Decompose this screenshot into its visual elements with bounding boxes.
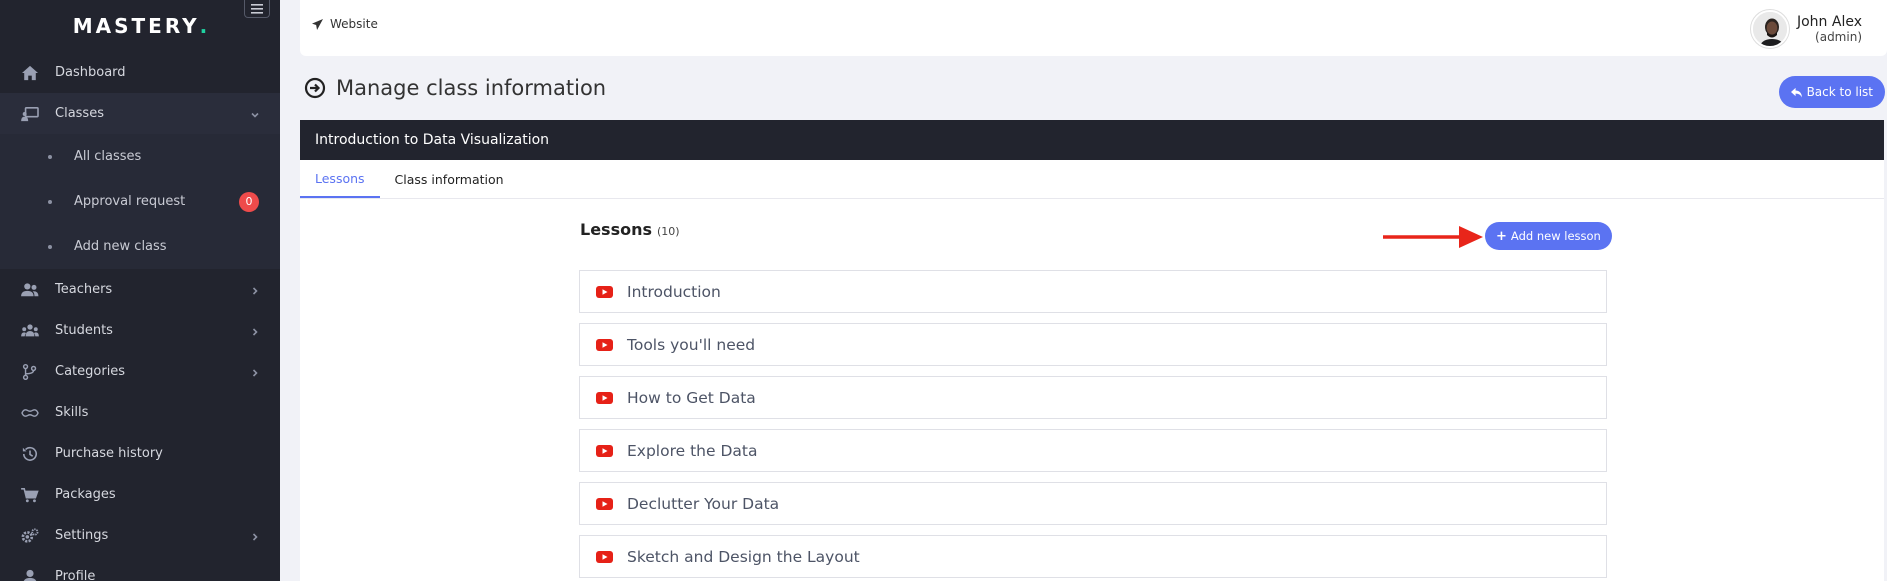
skills-icon [20, 404, 40, 422]
sidebar-toggle-button[interactable] [244, 0, 270, 18]
history-icon [20, 445, 40, 463]
students-icon [20, 322, 40, 340]
avatar [1750, 10, 1789, 48]
reply-icon [1790, 87, 1802, 98]
chevron-right-icon [250, 285, 260, 295]
sidebar-item-label: Skills [55, 405, 89, 420]
chevron-right-icon [250, 326, 260, 336]
gear-icon [20, 527, 40, 545]
sidebar-item-skills[interactable]: Skills [0, 392, 280, 433]
tab-lessons[interactable]: Lessons [300, 160, 380, 198]
sidebar-item-dashboard[interactable]: Dashboard [0, 52, 280, 93]
classes-icon [20, 105, 40, 123]
sidebar-item-students[interactable]: Students [0, 310, 280, 351]
page-title-text: Manage class information [336, 76, 607, 100]
tab-class-information[interactable]: Class information [380, 160, 519, 198]
list-item[interactable]: Declutter Your Data [579, 482, 1607, 525]
plus-icon: + [1496, 228, 1507, 244]
chevron-right-icon [250, 367, 260, 377]
bullet-icon [48, 244, 52, 249]
youtube-icon [596, 550, 613, 563]
sidebar-subitem-approval-request[interactable]: Approval request 0 [0, 179, 280, 224]
list-item[interactable]: Explore the Data [579, 429, 1607, 472]
sidebar-item-label: Packages [55, 487, 116, 502]
brand-dot: . [199, 14, 208, 38]
sidebar-item-label: Dashboard [55, 65, 126, 80]
sidebar-item-purchase-history[interactable]: Purchase history [0, 433, 280, 474]
bullet-icon [48, 199, 52, 204]
sidebar-item-label: Profile [55, 569, 96, 581]
top-bar: Website John Alex (admin) [300, 0, 1887, 56]
categories-icon [20, 363, 40, 381]
sidebar-item-categories[interactable]: Categories [0, 351, 280, 392]
list-item[interactable]: Sketch and Design the Layout [579, 535, 1607, 578]
sidebar-item-packages[interactable]: Packages [0, 474, 280, 515]
bullet-icon [48, 154, 52, 159]
brand-logo[interactable]: MASTERY [73, 14, 200, 38]
youtube-icon [596, 338, 613, 351]
user-menu[interactable]: John Alex (admin) [1750, 10, 1862, 48]
list-item[interactable]: Tools you'll need [579, 323, 1607, 366]
user-icon [20, 568, 40, 581]
class-title: Introduction to Data Visualization [300, 120, 1884, 160]
lesson-title: How to Get Data [627, 388, 756, 407]
approval-count-badge: 0 [239, 191, 259, 212]
add-new-lesson-label: Add new lesson [1510, 229, 1601, 243]
sidebar-item-label: Classes [55, 106, 104, 121]
cart-icon [20, 486, 40, 504]
user-photo-icon [1752, 12, 1787, 46]
class-card: Introduction to Data Visualization Lesso… [300, 120, 1884, 581]
back-to-list-button[interactable]: Back to list [1778, 76, 1885, 108]
sidebar-subitem-all-classes[interactable]: All classes [0, 134, 280, 179]
lessons-heading: Lessons (10) [580, 220, 680, 239]
user-name: John Alex [1796, 14, 1862, 30]
lesson-title: Explore the Data [627, 441, 758, 460]
chevron-right-icon [250, 531, 260, 541]
lesson-title: Sketch and Design the Layout [627, 547, 860, 566]
sidebar: MASTERY. Dashboard Classes All classes A… [0, 0, 280, 581]
sidebar-item-label: Purchase history [55, 446, 163, 461]
brand: MASTERY. [0, 0, 280, 52]
list-item[interactable]: How to Get Data [579, 376, 1607, 419]
classes-submenu: All classes Approval request 0 Add new c… [0, 134, 280, 269]
lessons-count: (10) [657, 225, 680, 238]
annotation-arrow-icon [1383, 226, 1483, 248]
chevron-down-icon [250, 109, 260, 119]
sidebar-item-label: Students [55, 323, 113, 338]
teachers-icon [20, 281, 40, 299]
lesson-title: Introduction [627, 282, 721, 301]
website-link-label: Website [330, 17, 378, 31]
back-to-list-label: Back to list [1806, 85, 1873, 99]
youtube-icon [596, 444, 613, 457]
sidebar-item-settings[interactable]: Settings [0, 515, 280, 556]
add-new-lesson-button[interactable]: + Add new lesson [1485, 222, 1612, 250]
send-icon [312, 18, 323, 30]
sidebar-item-classes[interactable]: Classes [0, 93, 280, 134]
sidebar-item-teachers[interactable]: Teachers [0, 269, 280, 310]
sidebar-subitem-label: All classes [74, 149, 142, 164]
list-item[interactable]: Introduction [579, 270, 1607, 313]
sidebar-item-label: Categories [55, 364, 126, 379]
website-link[interactable]: Website [312, 17, 378, 31]
class-tabs: Lessons Class information [300, 160, 1884, 199]
sidebar-subitem-add-new-class[interactable]: Add new class [0, 224, 280, 269]
sidebar-item-label: Settings [55, 528, 109, 543]
sidebar-item-label: Teachers [55, 282, 113, 297]
user-role: (admin) [1815, 30, 1862, 44]
circle-arrow-right-icon [304, 77, 326, 99]
hamburger-icon [251, 3, 263, 14]
youtube-icon [596, 285, 613, 298]
sidebar-item-profile[interactable]: Profile [0, 556, 280, 581]
sidebar-subitem-label: Approval request [74, 194, 186, 209]
lesson-list: Introduction Tools you'll need How to Ge… [579, 270, 1607, 581]
sidebar-subitem-label: Add new class [74, 239, 167, 254]
lessons-title: Lessons [580, 220, 652, 239]
youtube-icon [596, 497, 613, 510]
lesson-title: Tools you'll need [627, 335, 756, 354]
lesson-title: Declutter Your Data [627, 494, 780, 513]
page-title: Manage class information [304, 76, 606, 100]
youtube-icon [596, 391, 613, 404]
home-icon [20, 64, 40, 82]
